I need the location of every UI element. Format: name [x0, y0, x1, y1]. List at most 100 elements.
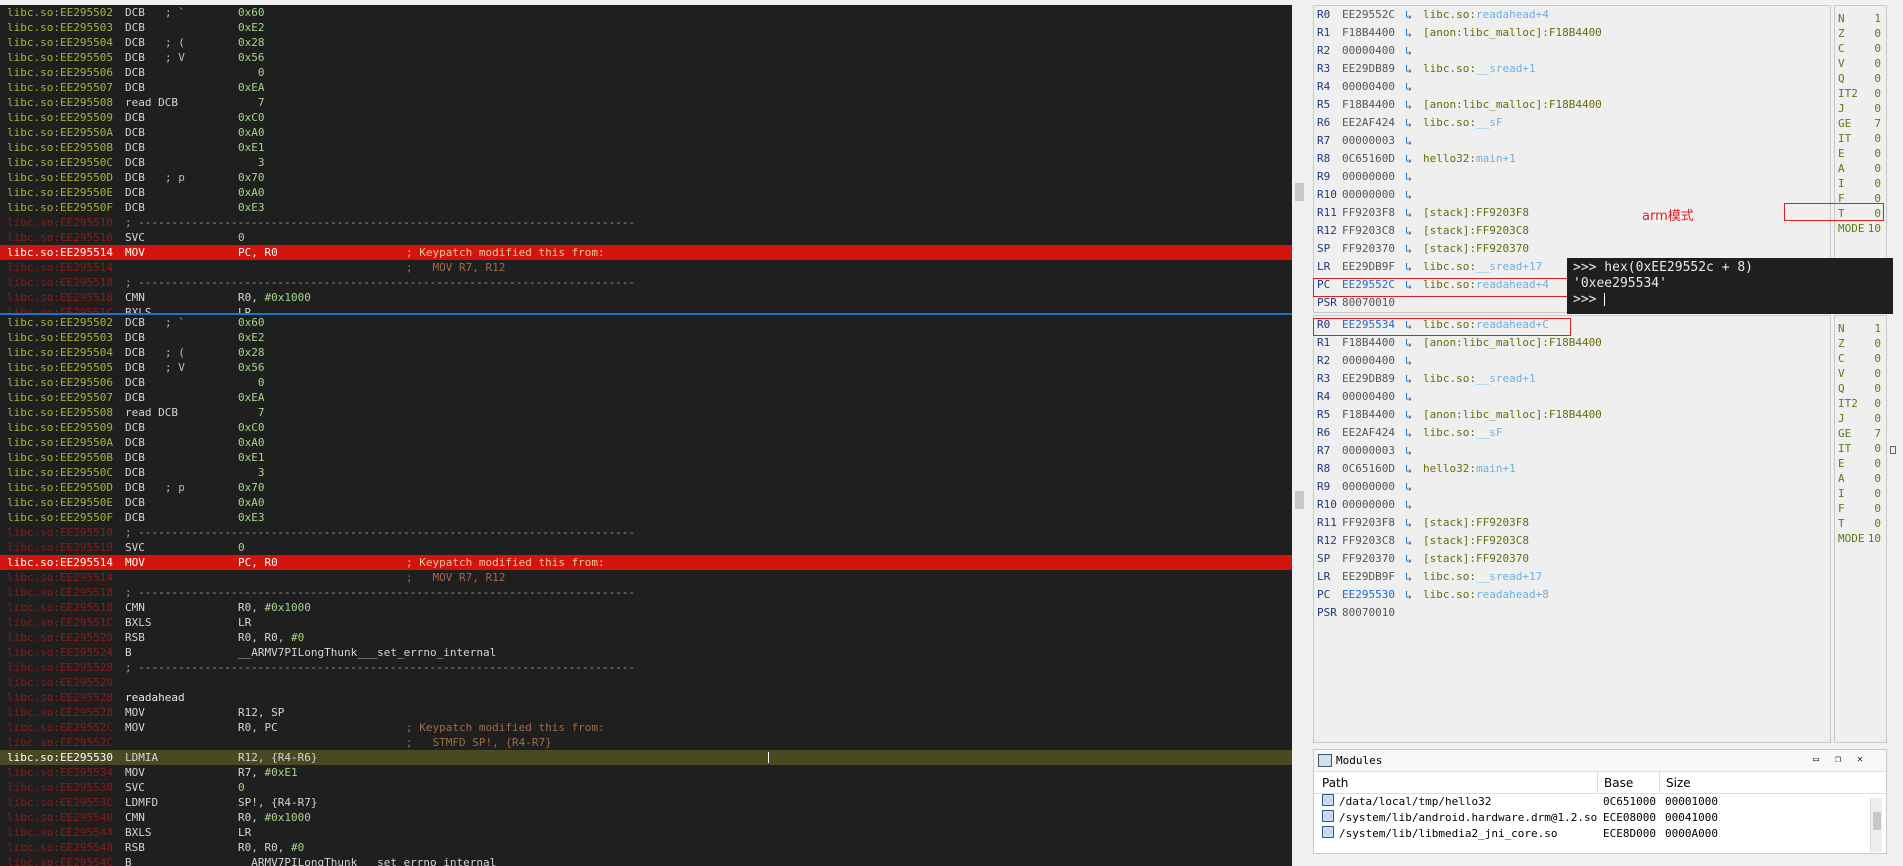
register-row[interactable]: R10 00000000 ↳: [1314, 496, 1830, 514]
flag-row[interactable]: C0: [1835, 41, 1886, 56]
flag-row[interactable]: Z0: [1835, 26, 1886, 41]
register-target[interactable]: libc.so:readahead+8: [1423, 586, 1549, 604]
register-row[interactable]: R7 00000003 ↳: [1314, 442, 1830, 460]
register-row[interactable]: R4 00000400 ↳: [1314, 78, 1830, 96]
jump-arrow-icon[interactable]: ↳: [1405, 24, 1412, 42]
register-row[interactable]: LR EE29DB9F ↳ libc.so:__sread+17: [1314, 568, 1830, 586]
register-row[interactable]: R12 FF9203C8 ↳ [stack]:FF9203C8: [1314, 532, 1830, 550]
disasm-line[interactable]: libc.so:EE295518 ; ----------------------…: [0, 585, 1292, 600]
register-value[interactable]: 00000000: [1342, 168, 1395, 186]
register-row[interactable]: R11 FF9203F8 ↳ [stack]:FF9203F8: [1314, 204, 1830, 222]
disasm-line[interactable]: libc.so:EE295518 ; ----------------------…: [0, 275, 1292, 290]
register-value[interactable]: 00000003: [1342, 132, 1395, 150]
scroll-thumb[interactable]: [1295, 491, 1304, 509]
register-target[interactable]: libc.so:readahead+4: [1423, 6, 1549, 24]
register-row[interactable]: R6 EE2AF424 ↳ libc.so:__sF: [1314, 114, 1830, 132]
jump-arrow-icon[interactable]: ↳: [1405, 114, 1412, 132]
flag-row[interactable]: F0: [1835, 501, 1886, 516]
disasm-line[interactable]: libc.so:EE295510 ; ----------------------…: [0, 215, 1292, 230]
disasm-line[interactable]: libc.so:EE29550D DCB 0x70 ; p: [0, 170, 1292, 185]
flag-row[interactable]: I0: [1835, 486, 1886, 501]
register-value[interactable]: EE295530: [1342, 586, 1395, 604]
module-row[interactable]: /system/lib/libmedia2_jni_core.so ECE8D00…: [1314, 826, 1886, 842]
disasm-line[interactable]: libc.so:EE295530 LDMIA R12, {R4-R6}: [0, 750, 1292, 765]
register-target[interactable]: hello32:main+1: [1423, 460, 1516, 478]
flag-row[interactable]: V0: [1835, 366, 1886, 381]
disasm-line[interactable]: libc.so:EE295548 RSB R0, R0, #0: [0, 840, 1292, 855]
disasm-line[interactable]: libc.so:EE295518 CMN R0, #0x1000: [0, 290, 1292, 305]
jump-arrow-icon[interactable]: ↳: [1405, 222, 1412, 240]
flag-row[interactable]: MODE 10: [1835, 531, 1886, 546]
disasm-line[interactable]: libc.so:EE29551C BXLS LR: [0, 305, 1292, 313]
register-row[interactable]: SP FF920370 ↳ [stack]:FF920370: [1314, 240, 1830, 258]
flag-row[interactable]: J0: [1835, 411, 1886, 426]
scroll-thumb[interactable]: [1873, 812, 1881, 830]
minimize-icon[interactable]: ▭: [1810, 754, 1822, 766]
register-value[interactable]: 00000000: [1342, 496, 1395, 514]
register-target[interactable]: [stack]:FF9203F8: [1423, 514, 1529, 532]
disasm-line[interactable]: libc.so:EE29550C DCB 3: [0, 155, 1292, 170]
register-value[interactable]: 00000400: [1342, 78, 1395, 96]
disasm-line[interactable]: libc.so:EE29552C MOV R0, PC ; Keypatch modi…: [0, 720, 1292, 735]
register-row[interactable]: R12 FF9203C8 ↳ [stack]:FF9203C8: [1314, 222, 1830, 240]
disasm-line[interactable]: libc.so:EE295503 DCB 0xE2: [0, 330, 1292, 345]
disasm-line[interactable]: libc.so:EE29550B DCB 0xE1: [0, 140, 1292, 155]
disasm-line[interactable]: libc.so:EE29550D DCB 0x70 ; p: [0, 480, 1292, 495]
disassembly-top-scrollbar[interactable]: [1293, 5, 1306, 313]
register-target[interactable]: [stack]:FF9203C8: [1423, 222, 1529, 240]
jump-arrow-icon[interactable]: ↳: [1405, 240, 1412, 258]
register-row[interactable]: R3 EE29DB89 ↳ libc.so:__sread+1: [1314, 370, 1830, 388]
register-row[interactable]: R7 00000003 ↳: [1314, 132, 1830, 150]
disasm-line[interactable]: libc.so:EE29550F DCB 0xE3: [0, 200, 1292, 215]
jump-arrow-icon[interactable]: ↳: [1405, 150, 1412, 168]
disasm-line[interactable]: libc.so:EE29550C DCB 3: [0, 465, 1292, 480]
flag-row[interactable]: IT2 0: [1835, 396, 1886, 411]
column-path[interactable]: Path: [1322, 772, 1348, 794]
register-row[interactable]: R1 F18B4400 ↳ [anon:libc_malloc]:F18B4400: [1314, 334, 1830, 352]
scroll-thumb[interactable]: [1295, 183, 1304, 201]
register-row[interactable]: R5 F18B4400 ↳ [anon:libc_malloc]:F18B4400: [1314, 406, 1830, 424]
register-row[interactable]: R6 EE2AF424 ↳ libc.so:__sF: [1314, 424, 1830, 442]
disasm-line[interactable]: libc.so:EE295534 MOV R7, #0xE1: [0, 765, 1292, 780]
register-value[interactable]: EE29DB89: [1342, 370, 1395, 388]
flag-row[interactable]: IT 0: [1835, 441, 1886, 456]
disasm-line[interactable]: libc.so:EE295504 DCB 0x28 ; (: [0, 345, 1292, 360]
disasm-line[interactable]: libc.so:EE295538 SVC 0: [0, 780, 1292, 795]
disasm-line[interactable]: libc.so:EE295505 DCB 0x56 ; V: [0, 360, 1292, 375]
register-value[interactable]: F18B4400: [1342, 406, 1395, 424]
register-row[interactable]: R3 EE29DB89 ↳ libc.so:__sread+1: [1314, 60, 1830, 78]
disasm-line[interactable]: libc.so:EE29550E DCB 0xA0: [0, 185, 1292, 200]
disasm-line[interactable]: libc.so:EE295507 DCB 0xEA: [0, 390, 1292, 405]
register-row[interactable]: PC EE295530 ↳ libc.so:readahead+8: [1314, 586, 1830, 604]
disasm-line[interactable]: libc.so:EE295510 SVC 0: [0, 540, 1292, 555]
register-row[interactable]: R9 00000000 ↳: [1314, 478, 1830, 496]
register-value[interactable]: FF9203C8: [1342, 222, 1395, 240]
disasm-line[interactable]: libc.so:EE295503 DCB 0xE2: [0, 20, 1292, 35]
flag-row[interactable]: A0: [1835, 161, 1886, 176]
register-target[interactable]: [anon:libc_malloc]:F18B4400: [1423, 406, 1602, 424]
panel-edge-marker[interactable]: [1890, 446, 1896, 454]
register-value[interactable]: FF920370: [1342, 550, 1395, 568]
modules-title-bar[interactable]: Modules ▭ ❐ ✕: [1314, 750, 1886, 772]
disassembly-bottom-scrollbar[interactable]: [1293, 315, 1306, 866]
disasm-line[interactable]: libc.so:EE295524 B __ARMV7PILongThunk___se…: [0, 645, 1292, 660]
flag-row[interactable]: Z0: [1835, 336, 1886, 351]
disasm-line[interactable]: libc.so:EE295508 read DCB 7: [0, 405, 1292, 420]
disasm-line[interactable]: libc.so:EE29550A DCB 0xA0: [0, 435, 1292, 450]
flag-row[interactable]: I0: [1835, 176, 1886, 191]
register-target[interactable]: [anon:libc_malloc]:F18B4400: [1423, 334, 1602, 352]
python-console[interactable]: >>> hex(0xEE29552c + 8) '0xee295534' >>>: [1567, 258, 1893, 314]
general-registers-bottom[interactable]: R0 EE295534 ↳ libc.so:readahead+C R1 F18B4400…: [1313, 315, 1831, 743]
disasm-line[interactable]: libc.so:EE295504 DCB 0x28 ; (: [0, 35, 1292, 50]
flag-row[interactable]: E0: [1835, 456, 1886, 471]
module-row[interactable]: /system/lib/android.hardware.drm@1.2.so E…: [1314, 810, 1886, 826]
jump-arrow-icon[interactable]: ↳: [1405, 514, 1412, 532]
disasm-line[interactable]: libc.so:EE295502 DCB 0x60 ; `: [0, 5, 1292, 20]
jump-arrow-icon[interactable]: ↳: [1405, 334, 1412, 352]
jump-arrow-icon[interactable]: ↳: [1405, 132, 1412, 150]
disasm-line[interactable]: libc.so:EE295510 SVC 0: [0, 230, 1292, 245]
disasm-line[interactable]: libc.so:EE29550B DCB 0xE1: [0, 450, 1292, 465]
jump-arrow-icon[interactable]: ↳: [1405, 568, 1412, 586]
register-value[interactable]: FF9203F8: [1342, 514, 1395, 532]
register-target[interactable]: libc.so:__sF: [1423, 114, 1502, 132]
